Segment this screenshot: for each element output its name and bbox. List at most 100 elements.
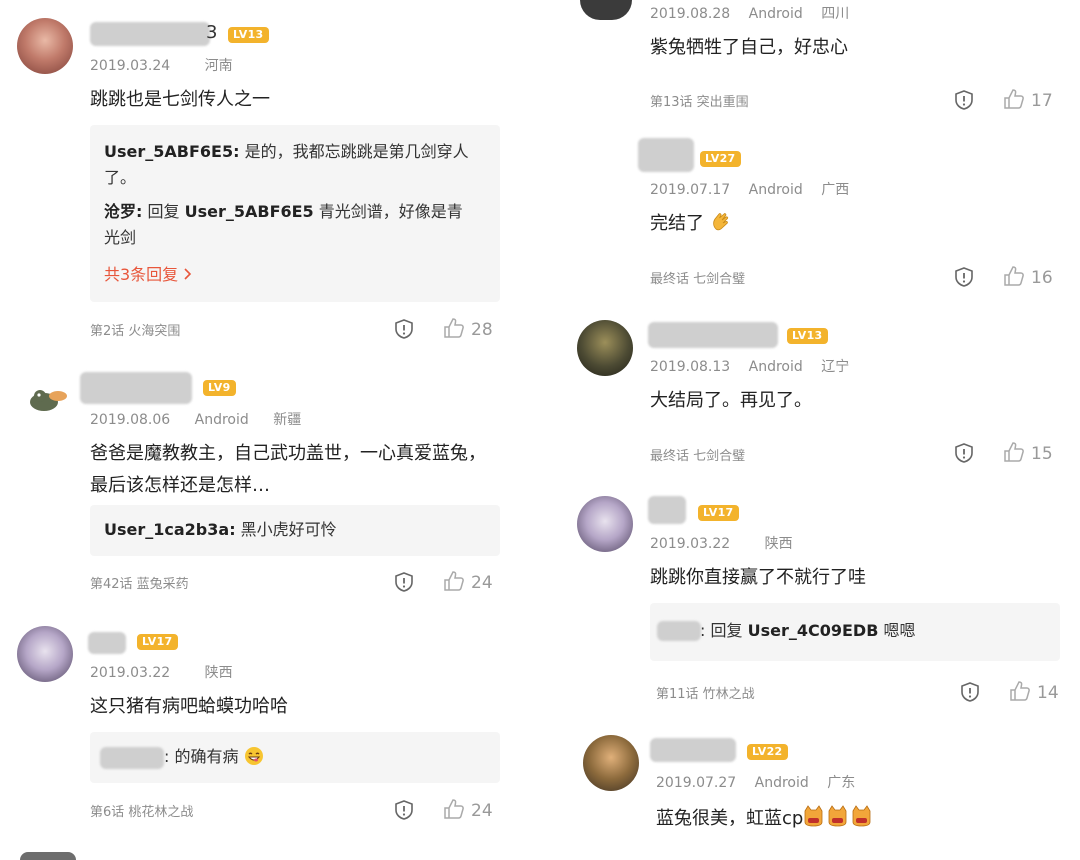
username-blurred[interactable] xyxy=(648,496,686,524)
avatar[interactable] xyxy=(577,496,633,552)
comment-meta: 2019.03.22 陕西 xyxy=(650,533,823,553)
reply-user[interactable]: 沧罗: xyxy=(104,202,142,221)
comment-date: 2019.08.28 xyxy=(650,6,731,22)
thumbs-up-icon xyxy=(1010,681,1030,701)
episode-tag[interactable]: 第11话 竹林之战 xyxy=(656,683,755,702)
comment-text-value: 完结了 xyxy=(650,213,704,234)
level-badge: LV13 xyxy=(787,328,828,344)
comment-platform: Android xyxy=(748,182,803,198)
comment-date: 2019.08.13 xyxy=(650,359,731,375)
reply-target[interactable]: User_5ABF6E5 xyxy=(185,202,314,221)
reply-line: : 回复 User_4C09EDB 嗯嗯 xyxy=(700,618,915,644)
reply-target[interactable]: User_4C09EDB xyxy=(748,621,879,640)
comment-location: 河南 xyxy=(204,58,233,74)
comment-text: 蓝兔很美，虹蓝cp xyxy=(656,803,1056,835)
comment-meta: 2019.08.06 Android 新疆 xyxy=(90,409,331,429)
comment-text: 紫兔牺牲了自己，好忠心 xyxy=(650,37,848,58)
reply-box[interactable]: : 回复 User_4C09EDB 嗯嗯 xyxy=(650,603,1060,661)
reply-text: 黑小虎好可怜 xyxy=(235,520,337,539)
username-blurred[interactable] xyxy=(648,322,778,348)
like-button[interactable]: 17 xyxy=(1003,88,1053,111)
reply-line: User_5ABF6E5: 是的，我都忘跳跳是第几剑穿人了。 xyxy=(104,139,474,191)
like-button[interactable]: 24 xyxy=(443,570,493,593)
reply-box[interactable]: : 的确有病 xyxy=(90,732,500,783)
like-button[interactable]: 14 xyxy=(1009,680,1059,703)
reply-username-blurred[interactable] xyxy=(657,621,701,641)
report-icon[interactable] xyxy=(959,681,981,703)
comment-location: 广东 xyxy=(827,775,856,791)
report-icon[interactable] xyxy=(393,571,415,593)
username-blurred[interactable] xyxy=(638,138,694,172)
reply-line: : 的确有病 xyxy=(164,744,264,770)
username-tail: 3 xyxy=(206,22,218,43)
username-blurred[interactable] xyxy=(80,372,192,404)
thumbs-up-icon xyxy=(1004,89,1024,109)
comment-location: 新疆 xyxy=(273,412,302,428)
comment-meta: 2019.03.22 陕西 xyxy=(90,662,263,682)
username-blurred[interactable] xyxy=(88,632,126,654)
like-count: 28 xyxy=(471,320,493,340)
reply-box[interactable]: User_5ABF6E5: 是的，我都忘跳跳是第几剑穿人了。 沧罗: 回复 Us… xyxy=(90,125,500,302)
thumbs-up-icon xyxy=(444,318,464,338)
comment-platform: Android xyxy=(748,6,803,22)
reply-text: 回复 xyxy=(142,202,185,221)
episode-tag[interactable]: 第2话 火海突围 xyxy=(90,320,180,339)
level-badge: LV17 xyxy=(698,505,739,521)
more-replies-label: 共3条回复 xyxy=(104,265,179,284)
username-blurred[interactable] xyxy=(650,738,736,762)
thumbs-up-icon xyxy=(444,571,464,591)
avatar-partial[interactable] xyxy=(580,0,632,20)
avatar[interactable] xyxy=(22,372,72,422)
report-icon[interactable] xyxy=(953,266,975,288)
comment-location: 辽宁 xyxy=(821,359,850,375)
episode-tag[interactable]: 最终话 七剑合璧 xyxy=(650,445,745,464)
comment-platform: Android xyxy=(748,359,803,375)
reply-user[interactable]: User_1ca2b3a: xyxy=(104,520,236,539)
grin-emoji xyxy=(244,744,264,770)
like-button[interactable]: 15 xyxy=(1003,441,1053,464)
like-count: 24 xyxy=(471,801,493,821)
report-icon[interactable] xyxy=(393,799,415,821)
episode-tag[interactable]: 第42话 蓝兔采药 xyxy=(90,573,189,592)
level-badge: LV27 xyxy=(700,151,741,167)
comment-text: 跳跳你直接赢了不就行了哇 xyxy=(650,567,866,588)
comment-date: 2019.03.22 xyxy=(90,665,171,681)
more-replies-link[interactable]: 共3条回复 xyxy=(104,261,486,285)
like-count: 24 xyxy=(471,573,493,593)
reply-user[interactable]: User_5ABF6E5: xyxy=(104,142,240,161)
comment-meta: 2019.08.13 Android 辽宁 xyxy=(650,356,879,376)
avatar[interactable] xyxy=(17,18,73,74)
report-icon[interactable] xyxy=(953,442,975,464)
report-icon[interactable] xyxy=(393,318,415,340)
comment-date: 2019.03.24 xyxy=(90,58,171,74)
comment-platform: Android xyxy=(754,775,809,791)
avatar[interactable] xyxy=(577,320,633,376)
left-column: 3 LV13 2019.03.24 河南 跳跳也是七剑传人之一 User_5AB… xyxy=(0,0,540,860)
comment-meta: 2019.08.28 Android 四川 xyxy=(650,3,879,23)
clap-emoji xyxy=(710,208,732,240)
comment-location: 广西 xyxy=(821,182,850,198)
thumbs-up-icon xyxy=(1004,266,1024,286)
episode-tag[interactable]: 第6话 桃花林之战 xyxy=(90,801,193,820)
reply-box[interactable]: User_1ca2b3a: 黑小虎好可怜 xyxy=(90,505,500,556)
like-count: 15 xyxy=(1031,444,1053,464)
comment-date: 2019.07.27 xyxy=(656,775,737,791)
comment-meta: 2019.03.24 河南 xyxy=(90,55,263,75)
episode-tag[interactable]: 第13话 突出重围 xyxy=(650,91,749,110)
avatar[interactable] xyxy=(583,735,639,791)
like-button[interactable]: 28 xyxy=(443,317,493,340)
like-button[interactable]: 16 xyxy=(1003,265,1053,288)
reply-username-blurred[interactable] xyxy=(100,747,164,769)
report-icon[interactable] xyxy=(953,89,975,111)
level-badge: LV22 xyxy=(747,744,788,760)
like-count: 16 xyxy=(1031,268,1053,288)
comment-text: 跳跳也是七剑传人之一 xyxy=(90,89,270,110)
avatar[interactable] xyxy=(17,626,73,682)
thumbs-up-icon xyxy=(444,799,464,819)
right-column: 2019.08.28 Android 四川 紫兔牺牲了自己，好忠心 第13话 突… xyxy=(540,0,1080,860)
episode-tag[interactable]: 最终话 七剑合璧 xyxy=(650,268,745,287)
comment-text: 大结局了。再见了。 xyxy=(650,390,812,411)
like-button[interactable]: 24 xyxy=(443,798,493,821)
avatar-partial[interactable] xyxy=(20,852,76,860)
username-blurred[interactable] xyxy=(90,22,210,46)
